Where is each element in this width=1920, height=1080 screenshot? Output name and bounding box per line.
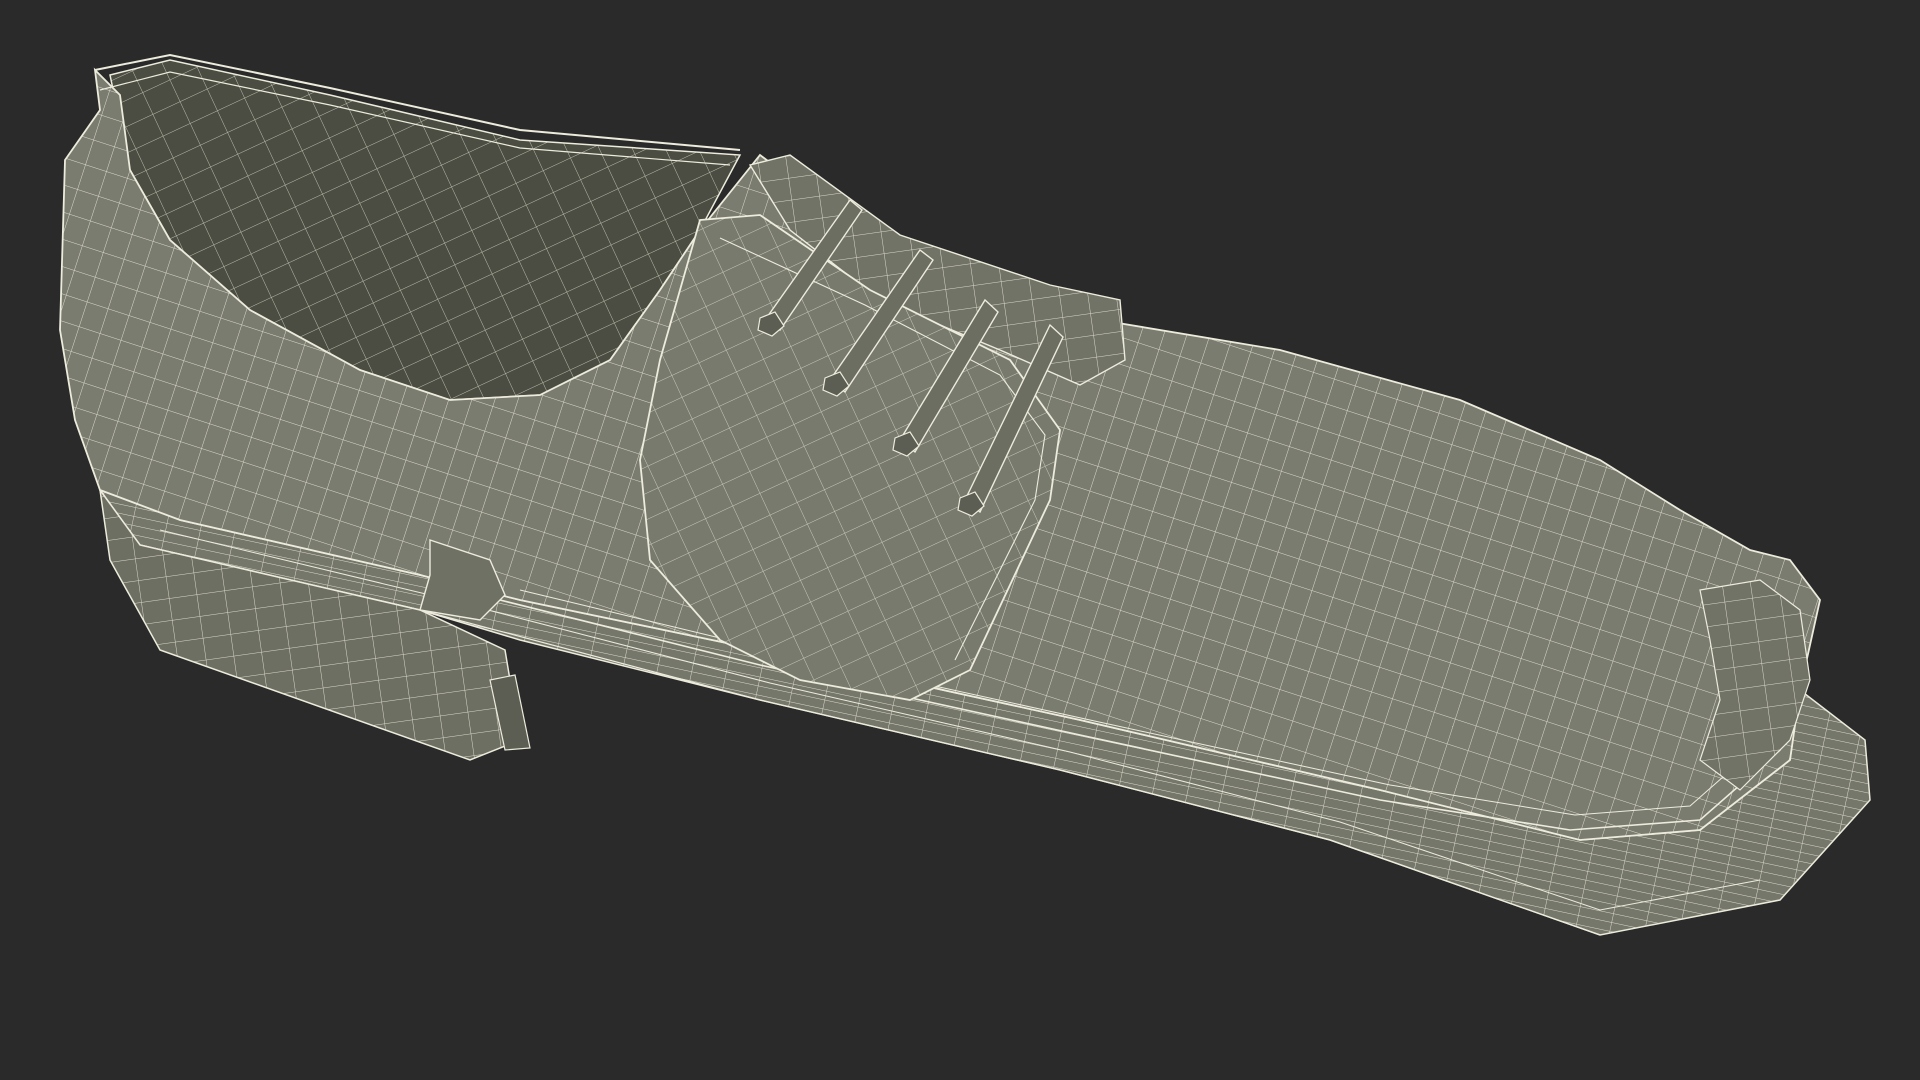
wireframe-shoe: [59, 53, 1871, 936]
render-viewport: [0, 0, 1920, 1080]
